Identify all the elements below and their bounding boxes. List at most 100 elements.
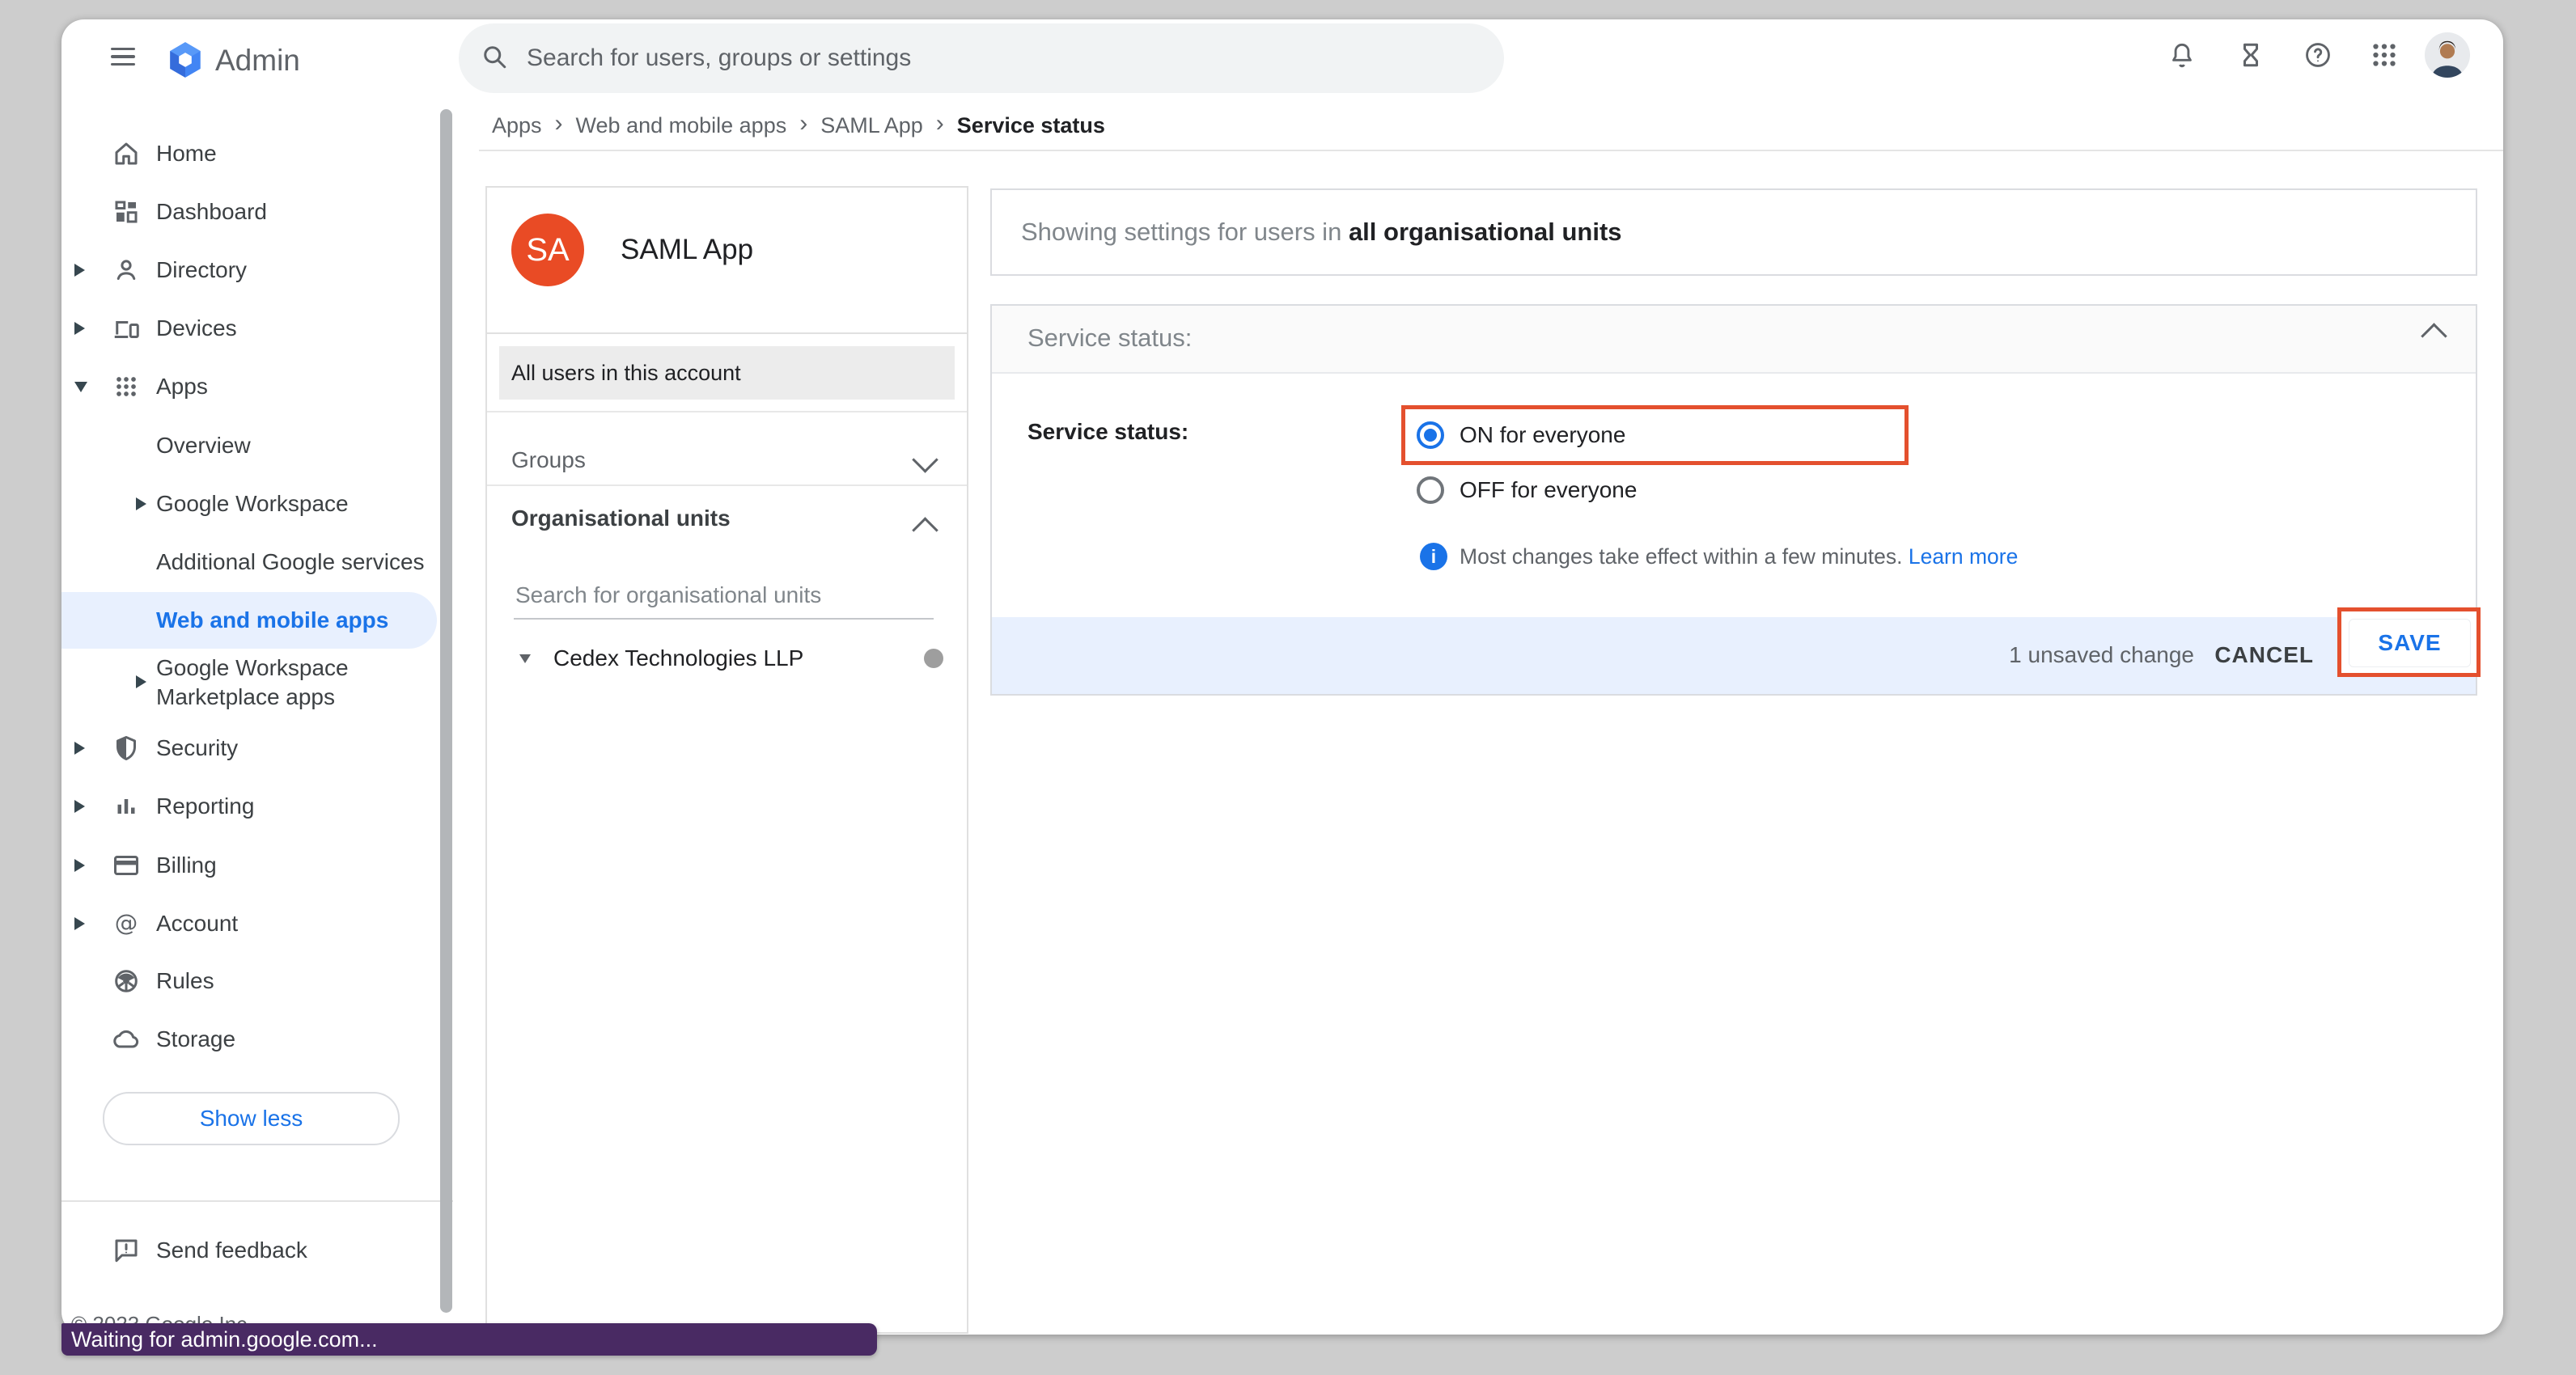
sidebar-scrollbar[interactable]: [440, 109, 452, 1313]
notifications-icon[interactable]: [2163, 36, 2201, 74]
save-button[interactable]: SAVE: [2349, 619, 2471, 667]
sidebar-item-label: Directory: [156, 242, 247, 298]
chevron-down-icon[interactable]: [912, 446, 938, 473]
collapse-section-icon[interactable]: [2421, 323, 2447, 349]
dashboard-icon: [112, 197, 141, 226]
show-less-button[interactable]: Show less: [103, 1092, 400, 1145]
service-status-section-header[interactable]: Service status:: [992, 306, 2476, 374]
product-title: Admin: [215, 43, 300, 78]
svg-text:@: @: [115, 909, 138, 936]
expand-arrow-icon[interactable]: [136, 675, 146, 688]
sidebar-item-google-workspace-marketplace-apps[interactable]: Google Workspace Marketplace apps: [61, 647, 442, 717]
sidebar-divider: [61, 1200, 453, 1202]
breadcrumb-link[interactable]: Apps: [492, 113, 542, 138]
person-icon: [112, 256, 141, 285]
org-unit-name: Cedex Technologies LLP: [553, 645, 803, 671]
collapse-arrow-icon[interactable]: [74, 382, 87, 392]
apps-grid-icon[interactable]: [2365, 36, 2404, 74]
chevron-up-icon[interactable]: [912, 517, 938, 544]
all-users-scope-item[interactable]: All users in this account: [499, 346, 955, 400]
sidebar-item-storage[interactable]: Storage: [61, 1011, 442, 1068]
user-avatar[interactable]: [2425, 32, 2470, 78]
sidebar-item-web-and-mobile-apps[interactable]: Web and mobile apps: [61, 592, 442, 649]
expand-arrow-icon[interactable]: [74, 859, 85, 872]
radio-off-label[interactable]: OFF for everyone: [1460, 476, 1637, 504]
section-title: Service status:: [1027, 324, 1192, 353]
org-unit-status-dot: [924, 649, 943, 668]
tasks-hourglass-icon[interactable]: [2231, 36, 2270, 74]
cancel-button[interactable]: CANCEL: [2214, 642, 2314, 668]
sidebar-item-label: Apps: [156, 358, 208, 415]
sidebar-item-account[interactable]: @ Account: [61, 895, 442, 952]
sidebar-item-devices[interactable]: Devices: [61, 300, 442, 357]
browser-status-bar: Waiting for admin.google.com...: [61, 1323, 877, 1356]
sidebar-item-label: Additional Google services: [156, 534, 425, 590]
breadcrumb-separator: ›: [555, 110, 563, 138]
radio-off-for-everyone[interactable]: [1417, 476, 1444, 504]
sidebar-item-label: Google Workspace: [156, 476, 349, 532]
breadcrumb-separator: ›: [936, 110, 944, 138]
search-input[interactable]: [525, 44, 1504, 73]
sidebar-item-home[interactable]: Home: [61, 125, 442, 182]
sidebar-item-label: Rules: [156, 953, 214, 1009]
shield-icon: [112, 734, 141, 763]
breadcrumb-divider: [479, 150, 2503, 151]
groups-label: Groups: [511, 447, 586, 472]
sidebar-item-label: Account: [156, 895, 238, 952]
wheel-icon: [112, 967, 141, 996]
hamburger-menu-icon[interactable]: [104, 37, 142, 76]
groups-section-toggle[interactable]: Groups: [511, 435, 586, 485]
sidebar-item-billing[interactable]: Billing: [61, 837, 442, 894]
info-icon: i: [1420, 543, 1447, 570]
app-title: SAML App: [621, 234, 753, 266]
send-feedback-button[interactable]: Send feedback: [61, 1222, 442, 1279]
sidebar-item-dashboard[interactable]: Dashboard: [61, 184, 442, 240]
feedback-icon: [112, 1236, 141, 1265]
expand-org-icon[interactable]: [519, 654, 531, 663]
sidebar-item-overview[interactable]: Overview: [61, 417, 442, 474]
apps-icon: [112, 372, 141, 401]
chart-icon: [112, 792, 141, 821]
app-detail-panel: SA SAML App All users in this account Gr…: [485, 186, 968, 1334]
learn-more-link[interactable]: Learn more: [1909, 544, 2019, 569]
radio-on-for-everyone[interactable]: [1417, 421, 1444, 449]
sidebar-item-rules[interactable]: Rules: [61, 953, 442, 1009]
sidebar-item-reporting[interactable]: Reporting: [61, 778, 442, 835]
expand-arrow-icon[interactable]: [74, 742, 85, 755]
breadcrumb-link[interactable]: SAML App: [820, 113, 923, 138]
sidebar-item-directory[interactable]: Directory: [61, 242, 442, 298]
org-units-search-input[interactable]: [514, 578, 934, 620]
sidebar-item-label: Home: [156, 125, 217, 182]
google-admin-logo-icon: [165, 40, 205, 80]
breadcrumb: Apps›Web and mobile apps›SAML App›Servic…: [492, 111, 1105, 140]
sidebar-item-security[interactable]: Security: [61, 720, 442, 776]
app-header: SA SAML App: [487, 188, 967, 334]
expand-arrow-icon[interactable]: [74, 264, 85, 277]
sidebar-item-label: Reporting: [156, 778, 254, 835]
sidebar-item-google-workspace[interactable]: Google Workspace: [61, 476, 442, 532]
sidebar-item-apps[interactable]: Apps: [61, 358, 442, 415]
service-status-field-label: Service status:: [1027, 419, 1188, 445]
radio-on-label[interactable]: ON for everyone: [1460, 421, 1625, 449]
scope-target: all organisational units: [1349, 218, 1622, 246]
sidebar-item-label: Devices: [156, 300, 237, 357]
expand-arrow-icon[interactable]: [74, 917, 85, 930]
org-unit-row[interactable]: Cedex Technologies LLP: [519, 641, 803, 676]
panel-divider: [487, 484, 967, 486]
help-icon[interactable]: [2298, 36, 2337, 74]
breadcrumb-link[interactable]: Web and mobile apps: [576, 113, 787, 138]
app-initials: SA: [526, 232, 569, 269]
expand-arrow-icon[interactable]: [74, 800, 85, 813]
expand-arrow-icon[interactable]: [136, 497, 146, 510]
org-units-section-toggle[interactable]: Organisational units: [511, 493, 731, 544]
global-search-bar[interactable]: [459, 23, 1504, 93]
annotation-highlight-save: SAVE: [2337, 607, 2481, 677]
cloud-icon: [112, 1025, 141, 1054]
at-icon: @: [112, 909, 141, 938]
info-text: Most changes take effect within a few mi…: [1460, 544, 1902, 569]
sidebar-item-label: Google Workspace Marketplace apps: [156, 654, 383, 712]
expand-arrow-icon[interactable]: [74, 322, 85, 335]
sidebar-item-additional-google-services[interactable]: Additional Google services: [61, 534, 442, 590]
all-users-label: All users in this account: [511, 361, 741, 386]
app-avatar: SA: [511, 214, 584, 286]
